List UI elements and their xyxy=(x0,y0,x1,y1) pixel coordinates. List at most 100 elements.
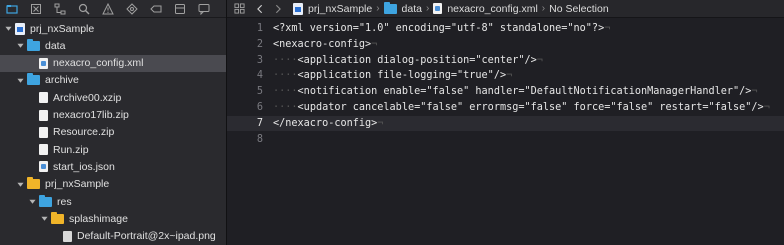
line-number: 4 xyxy=(256,70,263,82)
folder-icon[interactable] xyxy=(0,0,24,17)
code-line[interactable]: 2 <nexacro-config> ¬ xyxy=(227,37,784,52)
tree-row[interactable]: nexacro17lib.zip xyxy=(0,107,226,124)
breadcrumb-item[interactable]: No Selection xyxy=(549,3,609,15)
line-end-marker: ¬ xyxy=(763,102,770,113)
project-navigator: prj_nxSample data nexacro_config.xml archiv… xyxy=(0,0,226,245)
code-text: <updator cancelable="false" errormsg="fa… xyxy=(297,102,764,113)
disclosure-triangle-icon[interactable] xyxy=(16,42,24,50)
search-icon[interactable] xyxy=(72,0,96,17)
disclosure-triangle-icon[interactable] xyxy=(28,198,36,206)
code-line[interactable]: 3 ···· <application dialog-position="cente… xyxy=(227,53,784,68)
tag-icon[interactable] xyxy=(144,0,168,17)
line-end-marker: ¬ xyxy=(371,38,378,50)
disclosure-triangle-icon[interactable] xyxy=(16,180,24,188)
chevron-right-icon[interactable] xyxy=(269,4,287,14)
tree-row[interactable]: prj_nxSample xyxy=(0,176,226,193)
code-text: <application dialog-position="center"/> xyxy=(297,54,537,66)
tree-row[interactable]: Archive00.xzip xyxy=(0,89,226,106)
layers-icon[interactable] xyxy=(168,0,192,17)
folder-blue-icon xyxy=(27,38,40,51)
line-end-marker: ¬ xyxy=(604,23,611,34)
breadcrumb: prj_nxSample › data › nexacro_config.xml › No … xyxy=(293,1,609,15)
line-number: 1 xyxy=(256,23,263,34)
breadcrumb-item[interactable]: prj_nxSample xyxy=(293,2,372,15)
tree-row-label: start_ios.json xyxy=(53,160,115,173)
tree-row[interactable]: data xyxy=(0,37,226,54)
tree-row[interactable]: splashimage xyxy=(0,210,226,227)
file-icon xyxy=(39,126,48,138)
jump-bar: prj_nxSample › data › nexacro_config.xml › No … xyxy=(227,0,784,18)
tree-row[interactable]: prj_nxSample xyxy=(0,20,226,37)
tree-row-label: Resource.zip xyxy=(53,126,115,139)
editor-pane: prj_nxSample › data › nexacro_config.xml › No … xyxy=(227,0,784,245)
xml-file-icon xyxy=(433,3,443,14)
navigator-toolbar xyxy=(0,0,226,18)
code-line[interactable]: 1 <?xml version="1.0" encoding="utf-8" st… xyxy=(227,21,784,36)
breadcrumb-item[interactable]: nexacro_config.xml xyxy=(433,3,538,15)
project-file-icon xyxy=(15,22,25,35)
tree-row-label: Run.zip xyxy=(53,143,89,156)
invisible-whitespace: ···· xyxy=(273,102,298,113)
disclosure-triangle-icon[interactable] xyxy=(4,25,12,33)
tree-row-label: nexacro17lib.zip xyxy=(53,109,129,121)
code-line[interactable]: 5 ···· <notification enable="false" handle… xyxy=(227,84,784,99)
tree-row[interactable]: archive xyxy=(0,72,226,89)
warning-icon[interactable] xyxy=(96,0,120,17)
project-file-icon xyxy=(293,2,303,15)
breadcrumb-separator-icon: › xyxy=(541,3,546,14)
source-editor[interactable]: 1 <?xml version="1.0" encoding="utf-8" st… xyxy=(227,18,784,245)
tree-row-label: Archive00.xzip xyxy=(53,91,122,104)
close-square-icon[interactable] xyxy=(24,0,48,17)
tree-row-label: prj_nxSample xyxy=(45,178,110,191)
code-line[interactable]: 7 </nexacro-config> ¬ xyxy=(227,115,784,131)
folder-blue-icon xyxy=(39,194,52,207)
breadcrumb-label: No Selection xyxy=(549,2,609,15)
tree-row-label: splashimage xyxy=(69,212,128,225)
code-line[interactable]: 8 xyxy=(227,132,784,147)
chevron-left-icon[interactable] xyxy=(251,4,269,14)
disclosure-triangle-icon[interactable] xyxy=(16,76,24,84)
breadcrumb-separator-icon: › xyxy=(376,3,380,14)
tree-row[interactable]: Default-Portrait@2x~ipad.png xyxy=(0,228,226,245)
line-end-marker: ¬ xyxy=(536,54,543,66)
tree-row-label: archive xyxy=(45,74,79,87)
folder-yellow-icon xyxy=(51,211,64,224)
folder-yellow-icon xyxy=(27,177,40,190)
tree-row-label: Default-Portrait@2x~ipad.png xyxy=(77,230,216,243)
invisible-whitespace: ···· xyxy=(273,86,298,98)
tree-row-label: res xyxy=(57,195,72,208)
file-icon xyxy=(39,92,48,104)
line-number: 5 xyxy=(256,86,263,98)
hierarchy-icon[interactable] xyxy=(48,0,72,17)
disclosure-triangle-icon[interactable] xyxy=(40,215,48,223)
tree-row[interactable]: res xyxy=(0,193,226,210)
line-end-marker: ¬ xyxy=(377,117,384,129)
tree-row[interactable]: Run.zip xyxy=(0,141,226,158)
grid-icon[interactable] xyxy=(227,3,251,14)
breadcrumb-item[interactable]: data xyxy=(383,1,422,15)
diamond-icon[interactable] xyxy=(120,0,144,17)
tree-row[interactable]: nexacro_config.xml xyxy=(0,54,226,72)
file-icon xyxy=(39,109,48,121)
tree-row[interactable]: Resource.zip xyxy=(0,124,226,141)
tree-row-label: prj_nxSample xyxy=(30,22,95,35)
comment-icon[interactable] xyxy=(192,0,216,17)
code-line[interactable]: 4 ···· <application file-logging="true"/> ¬ xyxy=(227,68,784,83)
json-file-icon xyxy=(39,161,48,173)
line-number: 8 xyxy=(256,133,263,145)
code-line[interactable]: 6 ···· <updator cancelable="false" errorms… xyxy=(227,100,784,115)
folder-blue-icon xyxy=(383,1,397,14)
breadcrumb-label: data xyxy=(401,2,422,15)
line-number: 2 xyxy=(256,38,263,50)
line-end-marker: ¬ xyxy=(506,70,513,82)
line-number: 7 xyxy=(256,117,263,129)
tree-row[interactable]: start_ios.json xyxy=(0,158,226,175)
line-number: 3 xyxy=(256,54,263,66)
